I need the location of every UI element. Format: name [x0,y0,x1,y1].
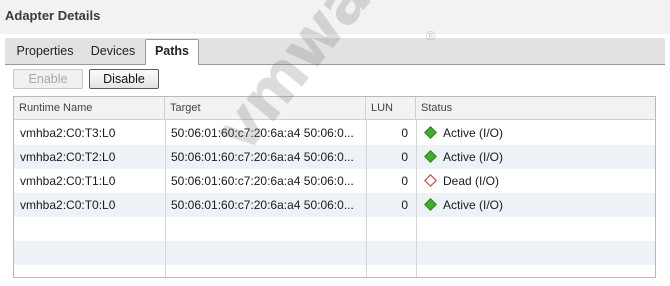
watermark-registered-mark: ® [426,28,436,43]
red-outline-diamond-icon [424,174,437,187]
lun-cell: 0 [401,198,408,212]
paths-table: Runtime Name Target LUN Status vmhba2:C0… [13,96,656,278]
table-header: Runtime Name Target LUN Status [14,97,655,120]
target-cell: 50:06:01:60:c7:20:6a:a4 50:06:0... [171,126,354,140]
column-divider [165,119,166,277]
column-header-lun[interactable]: LUN [366,97,416,119]
tab-devices[interactable]: Devices [83,40,143,63]
status-cell: Active (I/O) [422,145,642,169]
column-header-target[interactable]: Target [165,97,366,119]
status-text: Active (I/O) [443,150,504,164]
lun-cell: 0 [401,174,408,188]
runtime-name-cell: vmhba2:C0:T3:L0 [20,126,116,140]
table-row[interactable]: vmhba2:C0:T3:L0 50:06:01:60:c7:20:6a:a4 … [14,121,655,145]
target-cell: 50:06:01:60:c7:20:6a:a4 50:06:0... [171,198,354,212]
empty-row [14,217,655,241]
enable-button[interactable]: Enable [13,69,83,89]
table-row[interactable]: vmhba2:C0:T0:L0 50:06:01:60:c7:20:6a:a4 … [14,193,655,217]
tab-properties[interactable]: Properties [9,40,81,63]
tab-strip: Properties Devices Paths [5,38,665,65]
column-divider [366,119,367,277]
column-header-runtime-name[interactable]: Runtime Name [14,97,165,119]
target-cell: 50:06:01:60:c7:20:6a:a4 50:06:0... [171,174,354,188]
status-cell: Active (I/O) [422,193,642,217]
empty-row [14,241,655,265]
tab-paths[interactable]: Paths [145,39,199,65]
table-row[interactable]: vmhba2:C0:T1:L0 50:06:01:60:c7:20:6a:a4 … [14,169,655,193]
status-cell: Active (I/O) [422,121,642,145]
panel-title: Adapter Details [5,8,101,23]
status-text: Active (I/O) [443,126,504,140]
status-cell: Dead (I/O) [422,169,642,193]
status-text: Active (I/O) [443,198,504,212]
disable-button[interactable]: Disable [89,69,159,89]
green-diamond-icon [424,126,437,139]
lun-cell: 0 [401,126,408,140]
runtime-name-cell: vmhba2:C0:T2:L0 [20,150,116,164]
green-diamond-icon [424,198,437,211]
panel-header: Adapter Details [0,0,670,34]
column-header-status[interactable]: Status [416,97,655,119]
runtime-name-cell: vmhba2:C0:T0:L0 [20,198,116,212]
table-row[interactable]: vmhba2:C0:T2:L0 50:06:01:60:c7:20:6a:a4 … [14,145,655,169]
column-divider [416,119,417,277]
green-diamond-icon [424,150,437,163]
target-cell: 50:06:01:60:c7:20:6a:a4 50:06:0... [171,150,354,164]
status-text: Dead (I/O) [443,174,500,188]
lun-cell: 0 [401,150,408,164]
runtime-name-cell: vmhba2:C0:T1:L0 [20,174,116,188]
